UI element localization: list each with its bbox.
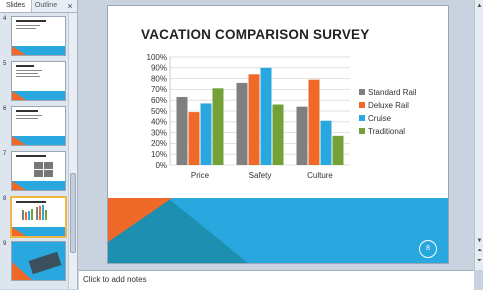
legend-label: Standard Rail [368, 88, 417, 97]
pane-scroll-thumb[interactable] [70, 173, 76, 253]
legend-swatch [359, 115, 365, 121]
slide-number: 5 [3, 61, 7, 67]
slide-preview [11, 106, 66, 146]
bar[interactable] [236, 82, 248, 165]
bar[interactable] [200, 103, 212, 165]
y-tick-label: 50% [151, 107, 167, 116]
close-icon[interactable]: × [64, 0, 76, 12]
slide-number: 6 [3, 106, 7, 112]
vertical-scrollbar[interactable]: ▲ ▼ ⏶ ⏷ [474, 0, 483, 270]
legend-swatch [359, 89, 365, 95]
pane-tabs: Slides Outline × [0, 0, 77, 13]
y-tick-label: 60% [151, 96, 167, 105]
bar[interactable] [176, 96, 188, 165]
legend-label: Traditional [368, 127, 405, 136]
slide-canvas[interactable]: VACATION COMPARISON SURVEY 0% 10% 20% 30% 40… [107, 5, 449, 264]
bar[interactable] [212, 88, 224, 165]
y-tick-label: 40% [151, 118, 167, 127]
notes-pane[interactable]: Click to add notes [79, 270, 474, 290]
slide-number: 7 [3, 151, 7, 157]
y-tick-label: 70% [151, 85, 167, 94]
x-tick-label: Safety [249, 171, 272, 180]
tab-slides[interactable]: Slides [0, 0, 32, 12]
bar[interactable] [332, 135, 344, 165]
y-tick-label: 20% [151, 139, 167, 148]
notes-placeholder[interactable]: Click to add notes [83, 275, 147, 284]
pane-scrollbar[interactable] [68, 13, 77, 289]
slide-number: 4 [3, 16, 7, 22]
previous-slide-icon[interactable]: ⏶ [475, 247, 483, 256]
slide-preview [11, 16, 66, 56]
slide-number: 9 [3, 241, 7, 247]
bar[interactable] [260, 67, 272, 165]
y-tick-label: 0% [155, 161, 167, 170]
legend-swatch [359, 102, 365, 108]
scroll-down-icon[interactable]: ▼ [475, 237, 483, 246]
y-tick-label: 10% [151, 150, 167, 159]
bar-chart[interactable]: 0% 10% 20% 30%40% 50% 60% 70% 80%90% 100% Price Sa… [138, 52, 428, 187]
bar[interactable] [308, 79, 320, 165]
slide-preview [11, 241, 66, 281]
slide-preview [11, 151, 66, 191]
legend-label: Cruise [368, 114, 392, 123]
slide-number-badge: 8 [419, 240, 437, 258]
bar[interactable] [272, 104, 284, 165]
y-tick-label: 80% [151, 74, 167, 83]
slide-title[interactable]: VACATION COMPARISON SURVEY [141, 27, 369, 42]
bar[interactable] [320, 120, 332, 165]
slide-preview-selected [10, 196, 67, 238]
bar[interactable] [188, 112, 200, 165]
y-tick-label: 90% [151, 64, 167, 73]
bar[interactable] [296, 106, 308, 165]
x-tick-label: Culture [307, 171, 333, 180]
slide-preview [11, 61, 66, 101]
x-tick-label: Price [191, 171, 210, 180]
y-tick-label: 30% [151, 128, 167, 137]
legend-swatch [359, 128, 365, 134]
bar[interactable] [248, 74, 260, 165]
legend-label: Deluxe Rail [368, 101, 409, 110]
scroll-up-icon[interactable]: ▲ [475, 2, 483, 11]
slides-pane: Slides Outline × 4 5 6 7 8 9 [0, 0, 78, 289]
slide-number: 8 [3, 196, 7, 202]
tab-outline[interactable]: Outline [32, 0, 60, 12]
next-slide-icon[interactable]: ⏷ [475, 257, 483, 266]
slide-footer-graphic [108, 198, 448, 263]
y-tick-label: 100% [147, 53, 167, 62]
